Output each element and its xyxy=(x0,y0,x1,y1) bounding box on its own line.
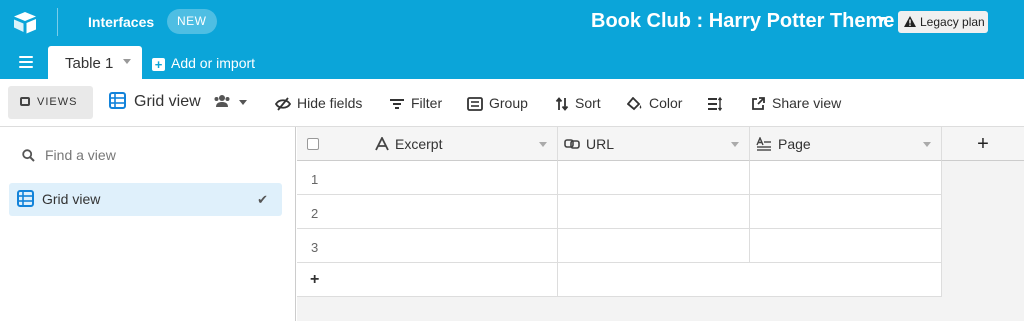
long-text-icon xyxy=(756,137,771,151)
header-cell-excerpt[interactable]: Excerpt xyxy=(297,127,558,161)
color-label: Color xyxy=(649,95,683,111)
grid-table: Excerpt URL Page + 1 2 3 + xyxy=(297,127,1024,321)
chevron-down-icon[interactable] xyxy=(878,17,886,22)
share-view-button[interactable]: Share view xyxy=(751,95,841,111)
group-button[interactable]: Group xyxy=(467,95,528,111)
add-or-import-button[interactable]: + Add or import xyxy=(152,55,255,71)
plus-icon: + xyxy=(310,271,320,288)
select-all-checkbox[interactable] xyxy=(307,138,319,150)
views-sidebar: Find a view Grid view ✔ xyxy=(0,127,296,321)
row-height-icon xyxy=(708,96,723,112)
filter-button[interactable]: Filter xyxy=(389,95,442,111)
table-row[interactable]: 2 xyxy=(297,195,558,229)
paint-bucket-icon xyxy=(626,96,642,111)
header-cell-url[interactable]: URL xyxy=(558,127,750,161)
plus-icon: + xyxy=(152,58,165,71)
row-number: 2 xyxy=(311,206,319,221)
menu-icon[interactable] xyxy=(19,56,33,68)
field-name: Excerpt xyxy=(395,136,443,152)
share-view-label: Share view xyxy=(772,95,842,111)
sort-button[interactable]: Sort xyxy=(555,95,601,111)
table-cell[interactable] xyxy=(558,229,750,263)
chevron-down-icon[interactable] xyxy=(239,100,247,105)
base-title[interactable]: Book Club : Harry Potter Theme xyxy=(591,10,894,33)
hide-fields-label: Hide fields xyxy=(297,95,363,111)
group-label: Group xyxy=(489,95,528,111)
warning-icon xyxy=(904,16,916,27)
people-icon xyxy=(214,95,230,107)
table-cell[interactable] xyxy=(750,195,942,229)
view-toolbar: VIEWS Grid view Hide fields Filter Group… xyxy=(0,79,1024,127)
views-toggle-button[interactable]: VIEWS xyxy=(8,86,93,119)
sidebar-item-label: Grid view xyxy=(42,191,101,207)
table-cell[interactable] xyxy=(558,195,750,229)
current-view-label: Grid view xyxy=(134,93,201,110)
chevron-down-icon[interactable] xyxy=(539,142,547,147)
tab-label: Table 1 xyxy=(65,55,114,72)
find-view-placeholder: Find a view xyxy=(45,147,116,163)
row-height-button[interactable] xyxy=(707,95,729,112)
chevron-down-icon[interactable] xyxy=(923,142,931,147)
add-row-area[interactable] xyxy=(558,263,942,297)
table-row[interactable]: 3 xyxy=(297,229,558,263)
top-app-bar: Interfaces NEW Book Club : Harry Potter … xyxy=(0,0,1024,46)
sort-icon xyxy=(555,97,569,111)
table-tab-bar: Table 1 + Add or import xyxy=(0,46,1024,79)
chevron-down-icon[interactable] xyxy=(731,142,739,147)
grid-icon xyxy=(17,190,34,207)
table-cell[interactable] xyxy=(558,161,750,195)
header-cell-page[interactable]: Page xyxy=(750,127,942,161)
group-icon xyxy=(467,97,483,111)
interfaces-link[interactable]: Interfaces xyxy=(88,14,154,30)
legacy-plan-label: Legacy plan xyxy=(920,15,985,29)
search-icon xyxy=(22,149,35,162)
current-view-button[interactable]: Grid view xyxy=(109,92,239,111)
views-label: VIEWS xyxy=(37,96,78,108)
filter-icon xyxy=(390,99,404,109)
table-cell[interactable] xyxy=(750,229,942,263)
filter-label: Filter xyxy=(411,95,443,111)
chevron-down-icon[interactable] xyxy=(123,59,131,64)
share-icon xyxy=(752,97,765,110)
sidebar-item-grid-view[interactable]: Grid view ✔ xyxy=(9,183,282,216)
sort-label: Sort xyxy=(575,95,601,111)
divider xyxy=(57,8,58,36)
add-import-label: Add or import xyxy=(171,55,256,71)
field-name: Page xyxy=(778,136,811,152)
table-cell[interactable] xyxy=(750,161,942,195)
hide-icon xyxy=(274,97,292,111)
grid-icon xyxy=(109,92,126,109)
legacy-plan-button[interactable]: Legacy plan xyxy=(898,11,988,33)
text-icon xyxy=(375,137,389,151)
field-name: URL xyxy=(586,136,615,152)
link-icon xyxy=(564,139,580,149)
sidebar-icon xyxy=(20,97,30,106)
new-badge: NEW xyxy=(167,9,217,34)
checkmark-icon: ✔ xyxy=(257,192,268,207)
find-view-input[interactable]: Find a view xyxy=(22,147,116,163)
color-button[interactable]: Color xyxy=(626,95,683,111)
hide-fields-button[interactable]: Hide fields xyxy=(274,95,363,111)
add-row-button[interactable]: + xyxy=(297,263,558,297)
row-number: 3 xyxy=(311,240,319,255)
table-row[interactable]: 1 xyxy=(297,161,558,195)
airtable-logo-icon[interactable] xyxy=(12,10,38,34)
row-number: 1 xyxy=(311,172,319,187)
add-field-button[interactable]: + xyxy=(942,127,1024,161)
